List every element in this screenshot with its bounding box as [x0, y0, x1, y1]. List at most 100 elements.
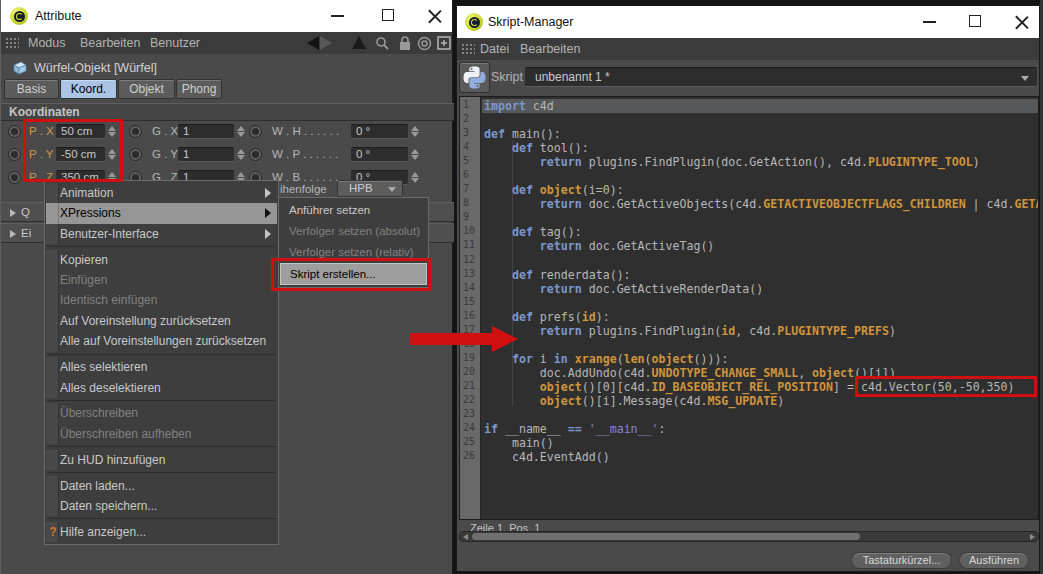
close-button[interactable] — [428, 9, 442, 23]
search-icon[interactable] — [375, 36, 390, 51]
tab-basis[interactable]: Basis — [4, 79, 59, 99]
stepper-wx[interactable] — [409, 124, 421, 139]
radio-px[interactable] — [8, 125, 21, 138]
minimize-button[interactable] — [331, 15, 344, 17]
context-menu-item-benutzer-interface[interactable]: Benutzer-Interface — [46, 224, 277, 244]
input-wy[interactable]: 0 ° — [351, 147, 408, 162]
line-number: 5 — [460, 155, 480, 169]
nav-forward-icon[interactable] — [320, 36, 332, 50]
context-menu-item-alles-deselektieren[interactable]: Alles deselektieren — [46, 378, 277, 398]
input-gy[interactable]: 1 — [178, 147, 234, 162]
record-target-icon[interactable] — [417, 36, 432, 51]
maximize-button[interactable] — [969, 15, 981, 27]
line-number: 25 — [460, 436, 480, 450]
input-wx[interactable]: 0 ° — [351, 124, 408, 139]
code-line-2 — [482, 113, 1038, 127]
menu-bearbeiten[interactable]: Bearbeiten — [80, 36, 140, 50]
lock-icon[interactable] — [398, 35, 412, 51]
context-menu-item-daten-speichern-[interactable]: Daten speichern... — [46, 496, 277, 516]
code-line-13: def renderdata(): — [482, 268, 1038, 282]
radio-wy[interactable] — [249, 148, 262, 161]
object-header: Würfel-Objekt [Würfel] — [34, 61, 157, 75]
code-line-18 — [482, 338, 1038, 352]
label-wy: W . P . . . . . . — [272, 147, 338, 162]
stepper-wy[interactable] — [409, 147, 421, 162]
line-number: 23 — [460, 408, 480, 422]
radio-wx[interactable] — [249, 125, 262, 138]
label-gx: G . X — [152, 124, 178, 139]
expand-triangle-icon — [10, 230, 16, 238]
context-menu-item-xpressions[interactable]: XPressions — [46, 203, 277, 223]
menu-datei[interactable]: Datei — [480, 42, 509, 56]
line-number-gutter: 1234567891011121314151617181920212223242… — [460, 97, 481, 519]
context-menu: AnimationXPressionsBenutzer-Interface Kop… — [44, 180, 279, 545]
tab-objekt[interactable]: Objekt — [118, 79, 175, 99]
scroll-right-icon[interactable] — [1030, 534, 1035, 540]
stepper-wz[interactable] — [409, 170, 421, 185]
submenu-item-anführer-setzen[interactable]: Anführer setzen — [280, 200, 427, 221]
window-title: Skript-Manager — [488, 15, 573, 29]
context-menu-item-alles-selektieren[interactable]: Alles selektieren — [46, 357, 277, 377]
context-menu-item-daten-laden-[interactable]: Daten laden... — [46, 476, 277, 496]
context-menu-item-hilfe-anzeigen-[interactable]: ?Hilfe anzeigen... — [46, 522, 277, 542]
c4d-app-icon — [10, 7, 28, 25]
menu-bearbeiten[interactable]: Bearbeiten — [520, 42, 580, 56]
tab-koord[interactable]: Koord. — [60, 79, 117, 99]
context-menu-item-kopieren[interactable]: Kopieren — [46, 250, 277, 270]
scroll-left-icon[interactable] — [463, 534, 468, 540]
submenu-arrow-icon — [265, 229, 271, 239]
hpb-dropdown[interactable]: HPB — [337, 180, 403, 197]
attribute-menubar: Modus Bearbeiten Benutzer — [1, 32, 452, 54]
code-line-24: if __name__ == '__main__': — [482, 422, 1038, 436]
code-line-15 — [482, 296, 1038, 310]
tab-phong[interactable]: Phong — [176, 79, 222, 99]
python-script-button[interactable] — [459, 62, 490, 93]
context-menu-item-animation[interactable]: Animation — [46, 183, 277, 203]
stepper-gx[interactable] — [235, 124, 247, 139]
context-menu-item-alle-auf-voreinstellungen-zurücksetzen[interactable]: Alle auf Voreinstellungen zurücksetzen — [46, 331, 277, 351]
radio-gx[interactable] — [129, 125, 142, 138]
input-gx[interactable]: 1 — [178, 124, 234, 139]
ausfuehren-button[interactable]: Ausführen — [959, 552, 1029, 569]
maximize-button[interactable] — [382, 9, 394, 21]
radio-py[interactable] — [8, 148, 21, 161]
skript-manager-window: Skript-Manager Datei Bearbeiten Skript u… — [456, 5, 1040, 572]
radio-pz[interactable] — [8, 171, 21, 184]
context-menu-item-identisch-einfügen: Identisch einfügen — [46, 290, 277, 310]
code-line-8: return doc.GetActiveObjects(c4d.GETACTIV… — [482, 197, 1038, 211]
context-menu-item-auf-voreinstellung-zurücksetzen[interactable]: Auf Voreinstellung zurücksetzen — [46, 311, 277, 331]
radio-gy[interactable] — [129, 148, 142, 161]
frame-plus-icon[interactable] — [437, 36, 452, 51]
minimize-button[interactable] — [923, 21, 936, 23]
line-number: 12 — [460, 254, 480, 268]
close-button[interactable] — [1015, 15, 1029, 29]
script-name-dropdown[interactable]: unbenannt 1 * — [525, 67, 1037, 87]
line-number: 2 — [460, 113, 480, 127]
label-wx: W . H . . . . . . — [272, 124, 339, 139]
code-line-11: return doc.GetActiveTag() — [482, 239, 1038, 253]
context-menu-item-überschreiben-aufheben: Überschreiben aufheben — [46, 424, 277, 444]
grip-icon[interactable] — [5, 37, 19, 49]
context-menu-item-zu-hud-hinzufügen[interactable]: Zu HUD hinzufügen — [46, 450, 277, 470]
nav-back-icon[interactable] — [307, 36, 319, 50]
grip-icon[interactable] — [461, 43, 475, 55]
arrow-up-icon[interactable] — [352, 36, 366, 49]
menu-benutzer[interactable]: Benutzer — [150, 36, 200, 50]
stepper-gy[interactable] — [235, 147, 247, 162]
line-number: 8 — [460, 197, 480, 211]
menu-modus[interactable]: Modus — [28, 36, 66, 50]
code-line-19: for i in xrange(len(object())): — [482, 352, 1038, 366]
chevron-down-icon — [388, 187, 396, 192]
scrollbar-thumb[interactable] — [472, 533, 860, 540]
code-area[interactable]: import c4ddef main(): def tool(): return… — [482, 97, 1038, 519]
annotation-box-c4d-vector — [855, 376, 1037, 397]
skript-titlebar: Skript-Manager — [457, 6, 1039, 38]
line-number: 14 — [460, 282, 480, 296]
reihenfolge-label-fragment: ihenfolge — [280, 182, 327, 197]
horizontal-scrollbar[interactable] — [459, 531, 1039, 542]
line-number: 15 — [460, 296, 480, 310]
line-number: 1 — [460, 99, 480, 113]
line-number: 4 — [460, 141, 480, 155]
tastaturkuerzel-button[interactable]: Tastaturkürzel... — [851, 552, 952, 569]
code-editor[interactable]: 1234567891011121314151617181920212223242… — [459, 96, 1039, 520]
